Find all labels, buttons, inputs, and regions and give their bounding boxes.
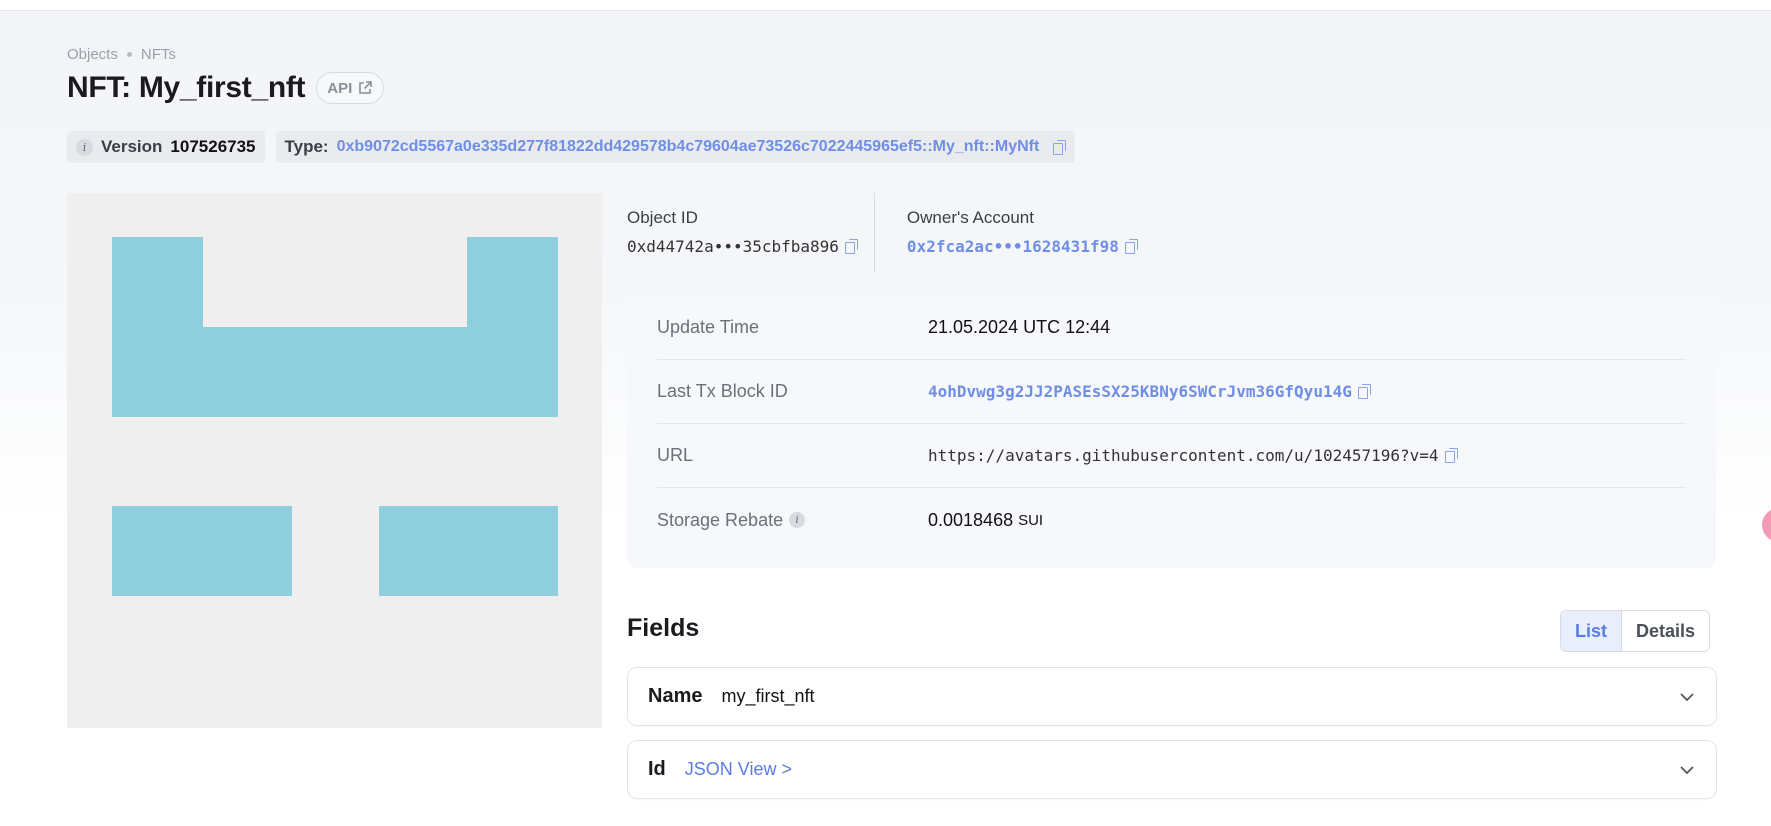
copy-icon[interactable] (844, 239, 858, 254)
update-time-label: Update Time (657, 317, 760, 337)
last-tx-link[interactable]: 4ohDvwg3g2JJ2PASEsSX25KBNy6SWCrJvm36GfQy… (928, 382, 1352, 401)
floating-action-button[interactable] (1762, 508, 1771, 542)
owner-address-link[interactable]: 0x2fca2ac•••1628431f98 (907, 237, 1119, 256)
storage-rebate-unit: SUI (1018, 511, 1044, 529)
toggle-details-button[interactable]: Details (1622, 611, 1709, 651)
version-chip: i Version 107526735 (67, 131, 265, 163)
breadcrumb-separator (126, 52, 132, 57)
divider (873, 193, 875, 273)
storage-rebate-label-group: Storage Rebate i (657, 510, 928, 531)
type-chip: Type: 0xb9072cd5567a0e335d277f81822dd429… (275, 131, 1076, 163)
api-label: API (327, 79, 353, 97)
page-title: NFT: My_first_nft (67, 71, 306, 104)
chevron-down-icon[interactable] (1680, 763, 1694, 777)
api-button[interactable]: API (316, 72, 385, 104)
copy-icon[interactable] (1053, 139, 1067, 155)
type-label: Type: (284, 137, 329, 156)
storage-rebate-value: 0.0018468 (928, 509, 1014, 530)
url-link[interactable]: https://avatars.githubusercontent.com/u/… (928, 446, 1439, 465)
fields-title: Fields (627, 614, 700, 642)
field-key: Name (648, 685, 703, 707)
object-id-section: Object ID 0xd44742a•••35cbfba896 (627, 208, 874, 273)
breadcrumb-nfts[interactable]: NFTs (141, 46, 176, 63)
storage-rebate-value-group: 0.0018468 SUI (928, 510, 1043, 531)
detail-row-update-time: Update Time 21.05.2024 UTC 12:44 (657, 296, 1686, 360)
view-toggle: List Details (1560, 610, 1711, 652)
json-view-link[interactable]: JSON View > (685, 759, 792, 780)
details-card: Update Time 21.05.2024 UTC 12:44 Last Tx… (627, 296, 1716, 568)
storage-rebate-label: Storage Rebate (657, 509, 784, 530)
detail-row-storage-rebate: Storage Rebate i 0.0018468 SUI (657, 488, 1686, 552)
field-key: Id (648, 758, 666, 780)
copy-icon[interactable] (1357, 384, 1371, 399)
field-row-name[interactable]: Name my_first_nft (627, 667, 1717, 726)
object-id-value: 0xd44742a•••35cbfba896 (627, 237, 839, 256)
copy-icon[interactable] (1444, 448, 1458, 463)
update-time-value: 21.05.2024 UTC 12:44 (928, 317, 1111, 337)
version-label: Version (101, 137, 163, 156)
external-link-icon (359, 81, 373, 94)
copy-icon[interactable] (1124, 239, 1138, 254)
chevron-down-icon[interactable] (1680, 690, 1694, 704)
version-value: 107526735 (170, 137, 256, 156)
page-header: NFT: My_first_nft API (67, 71, 385, 105)
last-tx-label: Last Tx Block ID (657, 381, 788, 401)
toggle-list-button[interactable]: List (1561, 611, 1623, 651)
field-row-id[interactable]: Id JSON View > (627, 740, 1717, 799)
top-bar (0, 0, 1771, 11)
last-tx-value: 4ohDvwg3g2JJ2PASEsSX25KBNy6SWCrJvm36GfQy… (928, 382, 1371, 401)
object-id-label: Object ID (627, 208, 698, 227)
id-row: Object ID 0xd44742a•••35cbfba896 Owner's… (627, 193, 1154, 273)
detail-row-url: URL https://avatars.githubusercontent.co… (657, 424, 1686, 488)
owner-section: Owner's Account 0x2fca2ac•••1628431f98 (907, 208, 1154, 273)
detail-row-last-tx: Last Tx Block ID 4ohDvwg3g2JJ2PASEsSX25K… (657, 360, 1686, 424)
nft-image-block (112, 327, 558, 417)
field-value: my_first_nft (721, 686, 815, 706)
info-icon[interactable]: i (789, 512, 806, 528)
info-icon[interactable]: i (76, 138, 93, 156)
object-meta-chips: i Version 107526735 Type: 0xb9072cd5567a… (67, 131, 1076, 163)
breadcrumb: Objects NFTs (67, 46, 176, 63)
owner-label: Owner's Account (906, 208, 1034, 227)
nft-image-block (112, 506, 292, 596)
url-label: URL (657, 445, 694, 465)
breadcrumb-objects[interactable]: Objects (67, 46, 118, 63)
nft-image-block (379, 506, 558, 596)
nft-image (67, 193, 602, 728)
type-value-link[interactable]: 0xb9072cd5567a0e335d277f81822dd429578b4c… (337, 138, 1040, 156)
url-value: https://avatars.githubusercontent.com/u/… (928, 446, 1458, 465)
